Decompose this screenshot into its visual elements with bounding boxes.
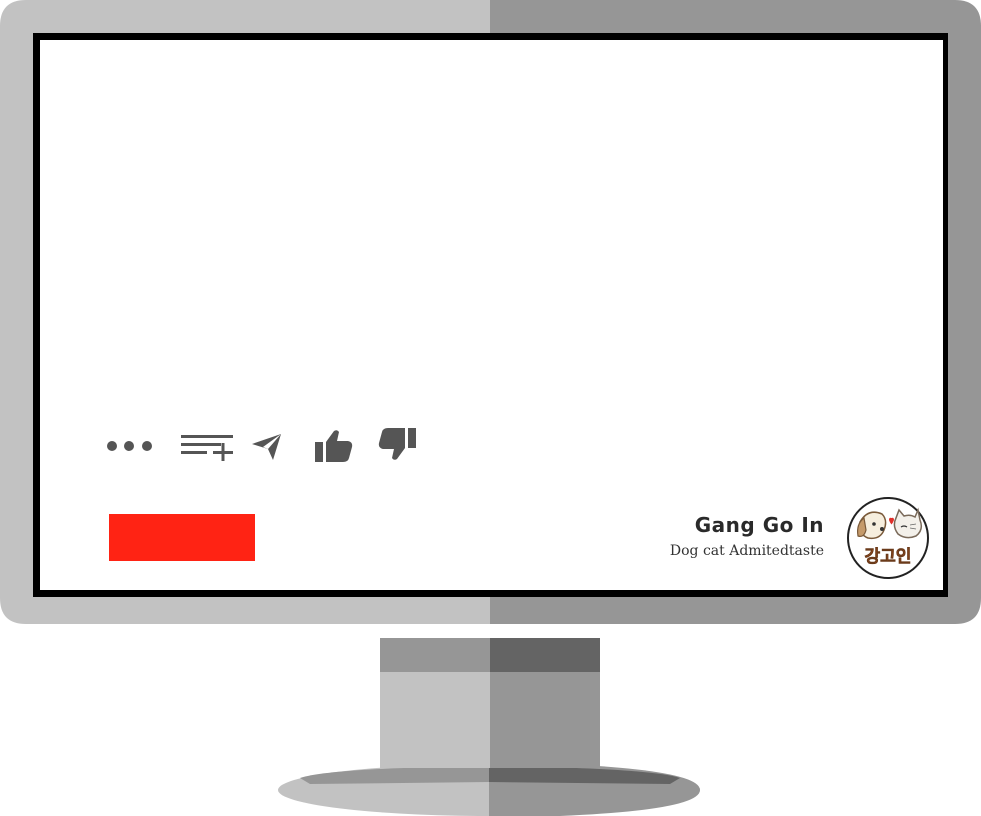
channel-logo-text: 강고인 xyxy=(865,547,912,567)
video-action-toolbar xyxy=(104,426,424,466)
subscribe-button[interactable] xyxy=(109,514,255,561)
like-button[interactable] xyxy=(315,428,355,464)
channel-tagline: Dog cat Admitedtaste xyxy=(669,543,824,559)
channel-info: Gang Go In Dog cat Admitedtaste xyxy=(600,510,824,566)
more-options-button[interactable] xyxy=(104,434,158,458)
channel-name: Gang Go In xyxy=(694,513,824,537)
video-screen: Gang Go In Dog cat Admitedtaste 강고인 xyxy=(40,40,943,590)
channel-logo[interactable]: 강고인 xyxy=(846,496,930,580)
send-icon xyxy=(252,434,281,460)
thumbs-up-icon xyxy=(315,430,353,462)
thumbs-down-icon xyxy=(378,428,416,460)
save-to-playlist-button[interactable] xyxy=(181,432,237,462)
more-dots-icon xyxy=(107,441,152,451)
share-button[interactable] xyxy=(251,432,285,462)
playlist-add-icon xyxy=(181,435,233,461)
dislike-button[interactable] xyxy=(378,426,418,462)
